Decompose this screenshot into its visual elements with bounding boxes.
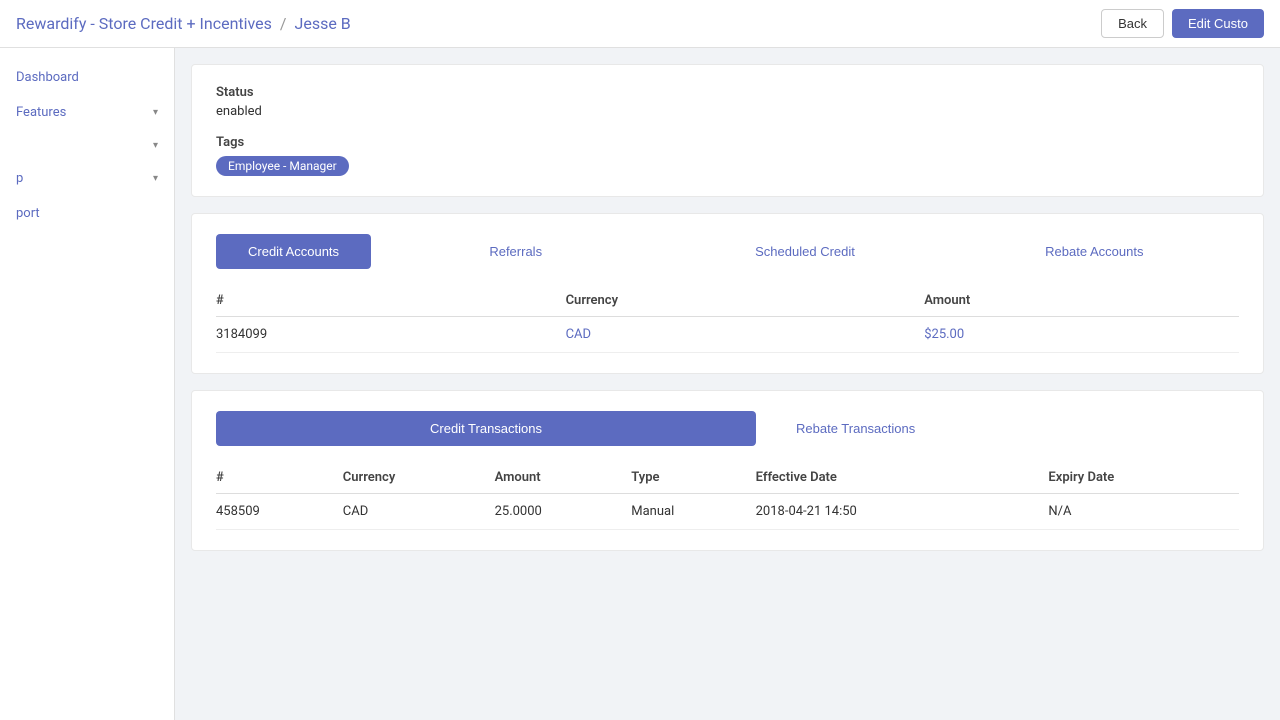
tab-credit-transactions[interactable]: Credit Transactions bbox=[216, 411, 756, 446]
sidebar-label: p bbox=[16, 171, 23, 186]
col-header-expiry-date: Expiry Date bbox=[1048, 462, 1239, 494]
sidebar-label: Features bbox=[16, 105, 66, 120]
status-label: Status bbox=[216, 85, 1239, 100]
transaction-tabs: Credit Transactions Rebate Transactions bbox=[216, 411, 1239, 446]
sidebar-item-p[interactable]: p ▾ bbox=[0, 161, 174, 196]
sidebar-item-dashboard[interactable]: Dashboard bbox=[0, 60, 174, 95]
cell-amount: 25.0000 bbox=[495, 494, 632, 530]
main-content: Status enabled Tags Employee - Manager C… bbox=[175, 48, 1280, 720]
edit-customer-button[interactable]: Edit Custo bbox=[1172, 9, 1264, 38]
tab-rebate-transactions[interactable]: Rebate Transactions bbox=[756, 411, 955, 446]
cell-currency: CAD bbox=[343, 494, 495, 530]
cell-amount: $25.00 bbox=[924, 317, 1239, 353]
transactions-table: # Currency Amount Type Effective Date Ex… bbox=[216, 462, 1239, 530]
table-row: 3184099 CAD $25.00 bbox=[216, 317, 1239, 353]
chevron-down-icon: ▾ bbox=[153, 107, 158, 118]
cell-id: 3184099 bbox=[216, 317, 566, 353]
sidebar: Dashboard Features ▾ ▾ p ▾ port bbox=[0, 48, 175, 720]
separator: / bbox=[280, 14, 287, 33]
col-header-currency: Currency bbox=[566, 285, 925, 317]
tags-label: Tags bbox=[216, 135, 1239, 150]
credit-accounts-card: Credit Accounts Referrals Scheduled Cred… bbox=[191, 213, 1264, 374]
tab-credit-accounts[interactable]: Credit Accounts bbox=[216, 234, 371, 269]
tab-referrals[interactable]: Referrals bbox=[371, 234, 660, 269]
cell-type: Manual bbox=[631, 494, 755, 530]
credit-accounts-table: # Currency Amount 3184099 CAD $25.00 bbox=[216, 285, 1239, 353]
col-header-amount: Amount bbox=[924, 285, 1239, 317]
col-header-id: # bbox=[216, 462, 343, 494]
page-title: Rewardify - Store Credit + Incentives / … bbox=[16, 14, 351, 33]
transactions-card: Credit Transactions Rebate Transactions … bbox=[191, 390, 1264, 551]
sidebar-item-port[interactable]: port bbox=[0, 196, 174, 231]
app-title: Rewardify - Store Credit + Incentives bbox=[16, 14, 272, 33]
topbar: Rewardify - Store Credit + Incentives / … bbox=[0, 0, 1280, 48]
chevron-down-icon: ▾ bbox=[153, 140, 158, 151]
topbar-actions: Back Edit Custo bbox=[1101, 9, 1264, 38]
customer-name: Jesse B bbox=[295, 14, 351, 33]
status-card: Status enabled Tags Employee - Manager bbox=[191, 64, 1264, 197]
credit-accounts-tabs: Credit Accounts Referrals Scheduled Cred… bbox=[216, 234, 1239, 269]
layout: Dashboard Features ▾ ▾ p ▾ port Status e… bbox=[0, 48, 1280, 720]
status-value: enabled bbox=[216, 104, 1239, 119]
employee-tag: Employee - Manager bbox=[216, 156, 349, 176]
cell-currency[interactable]: CAD bbox=[566, 317, 925, 353]
sidebar-label: Dashboard bbox=[16, 70, 79, 85]
cell-effective-date: 2018-04-21 14:50 bbox=[756, 494, 1049, 530]
col-header-effective-date: Effective Date bbox=[756, 462, 1049, 494]
tab-scheduled-credit[interactable]: Scheduled Credit bbox=[660, 234, 949, 269]
col-header-amount: Amount bbox=[495, 462, 632, 494]
sidebar-item-2[interactable]: ▾ bbox=[0, 130, 174, 161]
col-header-type: Type bbox=[631, 462, 755, 494]
tab-rebate-accounts[interactable]: Rebate Accounts bbox=[950, 234, 1239, 269]
col-header-id: # bbox=[216, 285, 566, 317]
col-header-currency: Currency bbox=[343, 462, 495, 494]
chevron-down-icon: ▾ bbox=[153, 173, 158, 184]
cell-id: 458509 bbox=[216, 494, 343, 530]
back-button[interactable]: Back bbox=[1101, 9, 1164, 38]
sidebar-label: port bbox=[16, 206, 40, 221]
table-row: 458509 CAD 25.0000 Manual 2018-04-21 14:… bbox=[216, 494, 1239, 530]
cell-expiry-date: N/A bbox=[1048, 494, 1239, 530]
sidebar-item-features[interactable]: Features ▾ bbox=[0, 95, 174, 130]
